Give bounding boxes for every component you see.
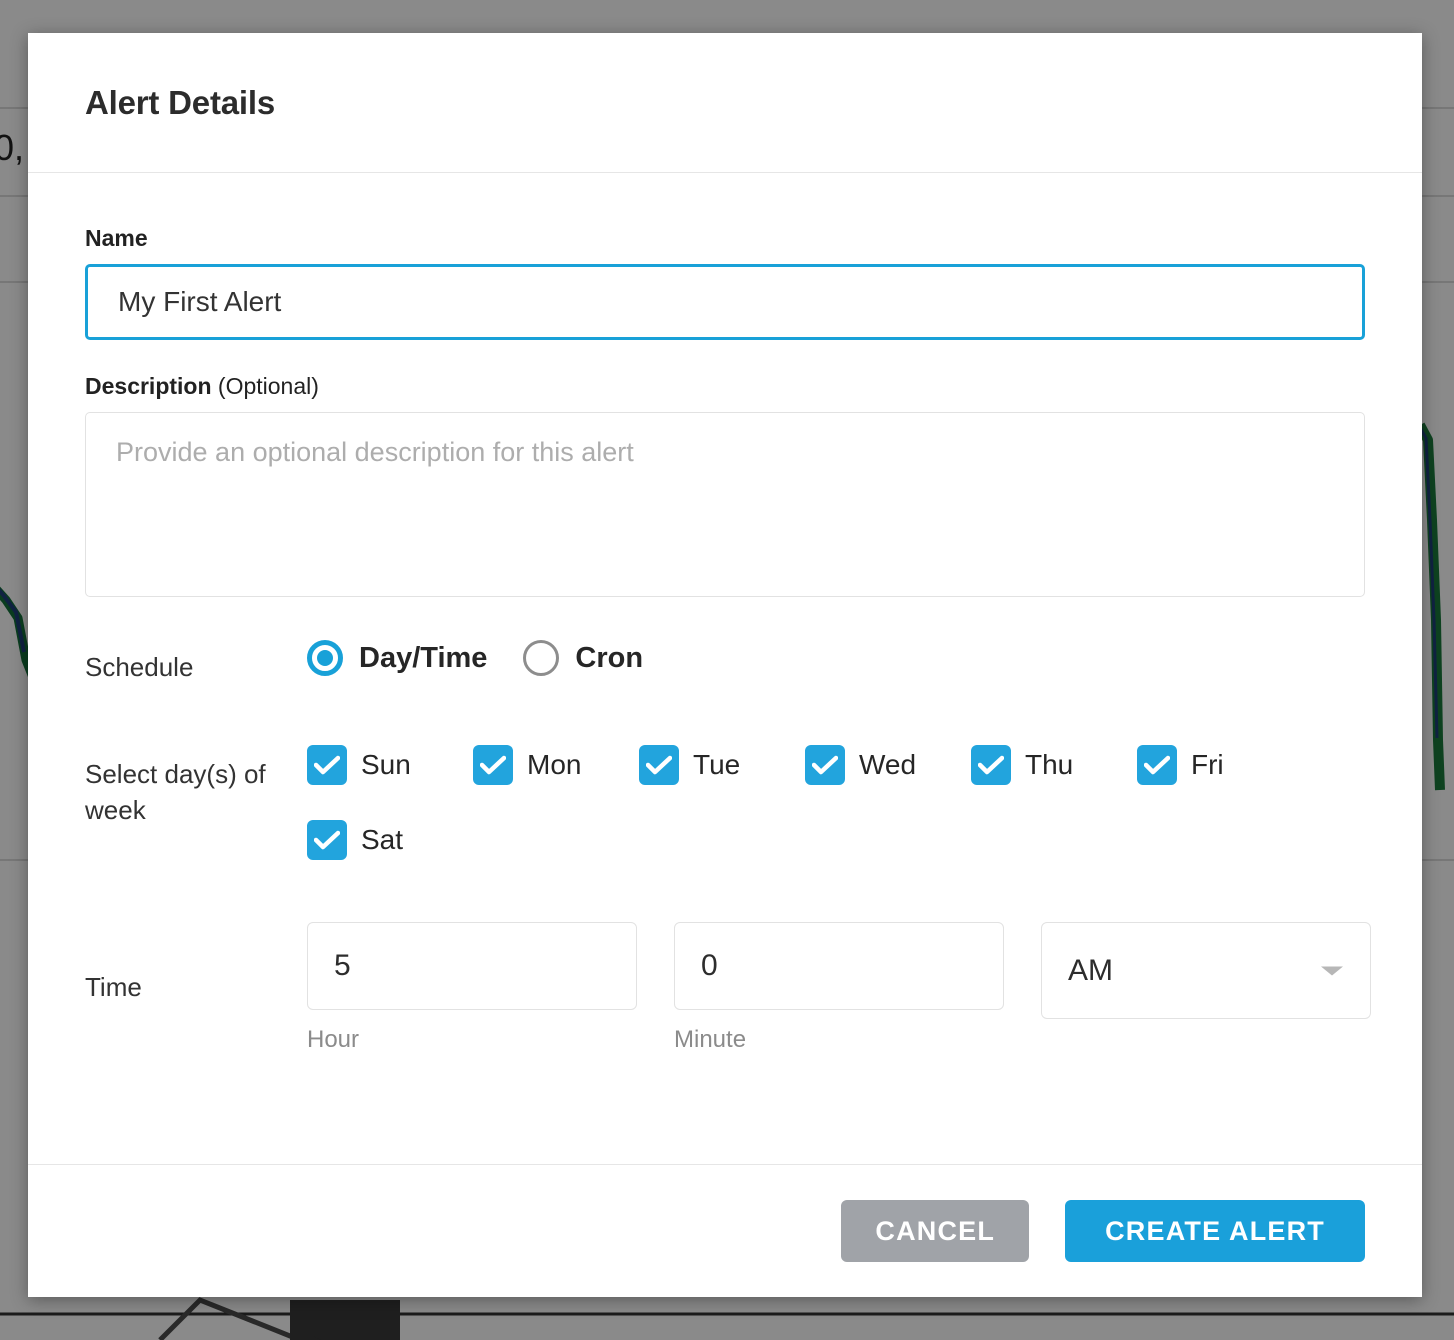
dialog-body: Name Description (Optional) Schedule Day… xyxy=(28,173,1422,1164)
schedule-content: Day/Time Cron xyxy=(307,640,1365,676)
time-label: Time xyxy=(85,972,142,1003)
day-checkbox-sun[interactable]: Sun xyxy=(307,745,473,786)
description-field-group: Description (Optional) xyxy=(85,373,1365,602)
create-alert-button[interactable]: CREATE ALERT xyxy=(1065,1200,1365,1262)
dialog-header: Alert Details xyxy=(28,33,1422,173)
minute-field-group: Minute xyxy=(674,922,1004,1054)
day-label-thu: Thu xyxy=(1025,749,1074,781)
minute-sub-label: Minute xyxy=(674,1026,747,1054)
time-fields: Hour Minute AM xyxy=(307,922,1371,1054)
day-label-wed: Wed xyxy=(859,749,917,781)
days-of-week-content: Sun Mon Tue Wed Thu Fri Sat xyxy=(307,745,1365,861)
description-textarea[interactable] xyxy=(85,412,1365,597)
name-label: Name xyxy=(85,225,148,251)
radio-selected-icon[interactable] xyxy=(307,640,343,676)
day-checkbox-thu[interactable]: Thu xyxy=(971,745,1137,786)
radio-option-cron[interactable]: Cron xyxy=(523,640,643,676)
day-label-sun: Sun xyxy=(361,749,411,781)
dialog-footer: CANCEL CREATE ALERT xyxy=(28,1164,1422,1297)
day-checkbox-mon[interactable]: Mon xyxy=(473,745,639,786)
description-optional-text: (Optional) xyxy=(217,373,319,399)
day-checkbox-fri[interactable]: Fri xyxy=(1137,745,1303,786)
days-checkbox-group: Sun Mon Tue Wed Thu Fri Sat xyxy=(307,745,1365,861)
checkbox-checked-icon[interactable] xyxy=(971,745,1011,786)
day-label-fri: Fri xyxy=(1191,749,1224,781)
schedule-row: Schedule Day/Time Cron xyxy=(85,640,1365,685)
time-row: Time Hour Minute AM xyxy=(85,922,1371,1054)
days-of-week-label: Select day(s) of week xyxy=(85,759,266,825)
hour-field-group: Hour xyxy=(307,922,637,1054)
name-input[interactable] xyxy=(85,264,1365,340)
day-checkbox-sat[interactable]: Sat xyxy=(307,820,473,861)
hour-input[interactable] xyxy=(307,922,637,1011)
checkbox-checked-icon[interactable] xyxy=(805,745,845,786)
hour-sub-label: Hour xyxy=(307,1026,360,1054)
dialog-title: Alert Details xyxy=(85,83,275,121)
day-label-tue: Tue xyxy=(693,749,741,781)
radio-label-cron: Cron xyxy=(575,641,644,674)
radio-unselected-icon[interactable] xyxy=(523,640,560,676)
cancel-button[interactable]: CANCEL xyxy=(841,1200,1030,1262)
day-checkbox-tue[interactable]: Tue xyxy=(639,745,805,786)
checkbox-checked-icon[interactable] xyxy=(639,745,679,786)
chevron-down-icon[interactable] xyxy=(1321,966,1343,976)
alert-details-dialog: Alert Details Name Description (Optional… xyxy=(28,33,1422,1297)
time-content: Hour Minute AM xyxy=(307,922,1371,1054)
meridiem-select-wrap: AM xyxy=(1041,922,1371,1020)
radio-label-daytime: Day/Time xyxy=(359,641,488,674)
day-label-sat: Sat xyxy=(361,824,404,856)
meridiem-field-group: AM xyxy=(1041,922,1371,1054)
radio-option-daytime[interactable]: Day/Time xyxy=(307,640,487,676)
checkbox-checked-icon[interactable] xyxy=(307,820,347,861)
schedule-label: Schedule xyxy=(85,652,194,682)
day-checkbox-wed[interactable]: Wed xyxy=(805,745,971,786)
schedule-radio-group: Day/Time Cron xyxy=(307,640,1365,676)
description-label-text: Description xyxy=(85,373,212,399)
description-label: Description (Optional) xyxy=(85,373,1365,400)
checkbox-checked-icon[interactable] xyxy=(1137,745,1177,786)
checkbox-checked-icon[interactable] xyxy=(307,745,347,786)
meridiem-value: AM xyxy=(1068,953,1113,987)
name-field-group: Name xyxy=(85,225,1365,340)
checkbox-checked-icon[interactable] xyxy=(473,745,513,786)
minute-input[interactable] xyxy=(674,922,1004,1011)
days-of-week-row: Select day(s) of week Sun Mon Tue Wed Th… xyxy=(85,745,1365,861)
day-label-mon: Mon xyxy=(527,749,582,781)
